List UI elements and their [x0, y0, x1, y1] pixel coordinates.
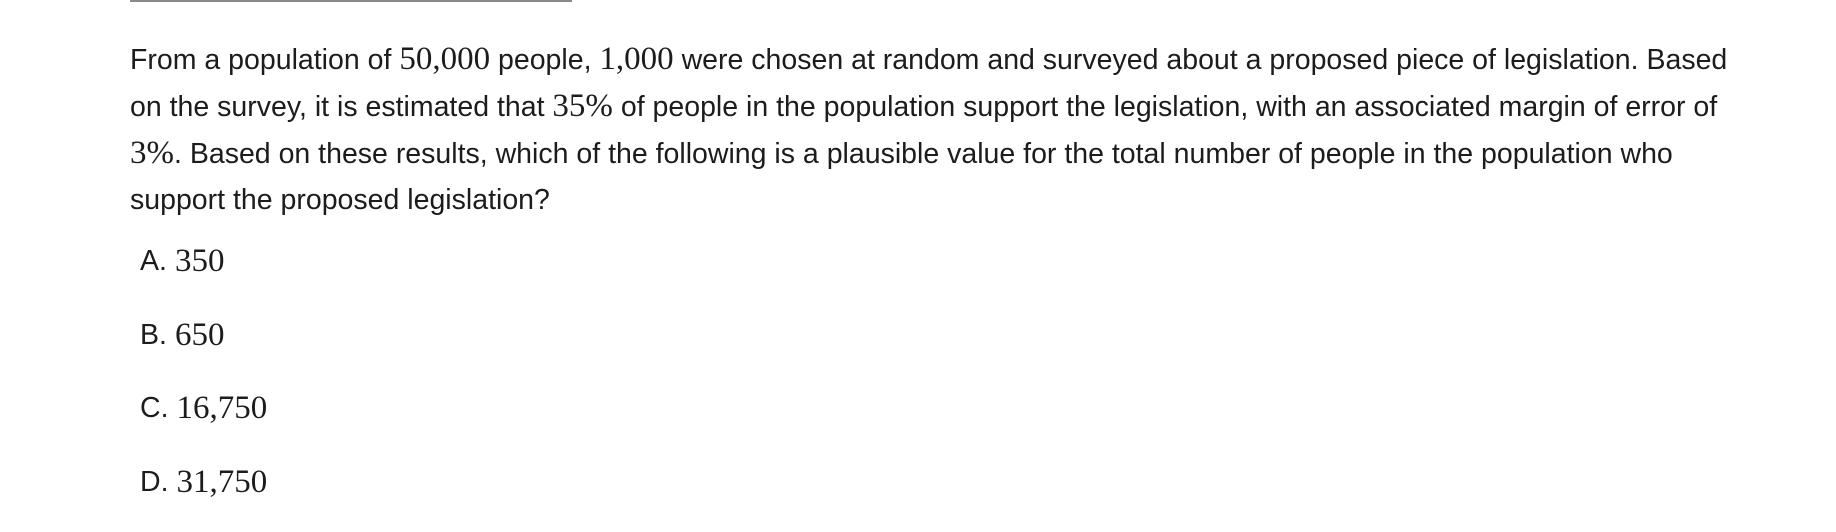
choice-a[interactable]: A. 350	[140, 238, 267, 312]
choice-value: 650	[175, 312, 225, 358]
choice-c[interactable]: C. 16,750	[140, 385, 267, 459]
choice-letter: B.	[140, 312, 167, 358]
choice-d[interactable]: D. 31,750	[140, 459, 267, 532]
question-text-part: of people in the population support the …	[613, 91, 1717, 123]
choice-value: 31,750	[177, 459, 268, 505]
choice-letter: D.	[140, 459, 169, 505]
choice-value: 350	[175, 238, 225, 284]
question-text-part: people,	[490, 44, 599, 76]
math-estimate-percent: 35%	[552, 88, 613, 124]
answer-choices: A. 350 B. 650 C. 16,750 D. 31,750	[140, 238, 267, 532]
question-text-part: . Based on these results, which of the f…	[130, 138, 1673, 216]
choice-letter: C.	[140, 385, 169, 431]
question-text-part: From a population of	[130, 44, 399, 76]
math-sample-size: 1,000	[599, 41, 673, 77]
question-text: From a population of 50,000 people, 1,00…	[130, 36, 1750, 223]
choice-b[interactable]: B. 650	[140, 312, 267, 386]
top-divider	[130, 0, 572, 2]
math-margin-of-error: 3%	[130, 135, 174, 171]
math-population: 50,000	[399, 41, 490, 77]
choice-letter: A.	[140, 238, 167, 284]
choice-value: 16,750	[177, 385, 268, 431]
